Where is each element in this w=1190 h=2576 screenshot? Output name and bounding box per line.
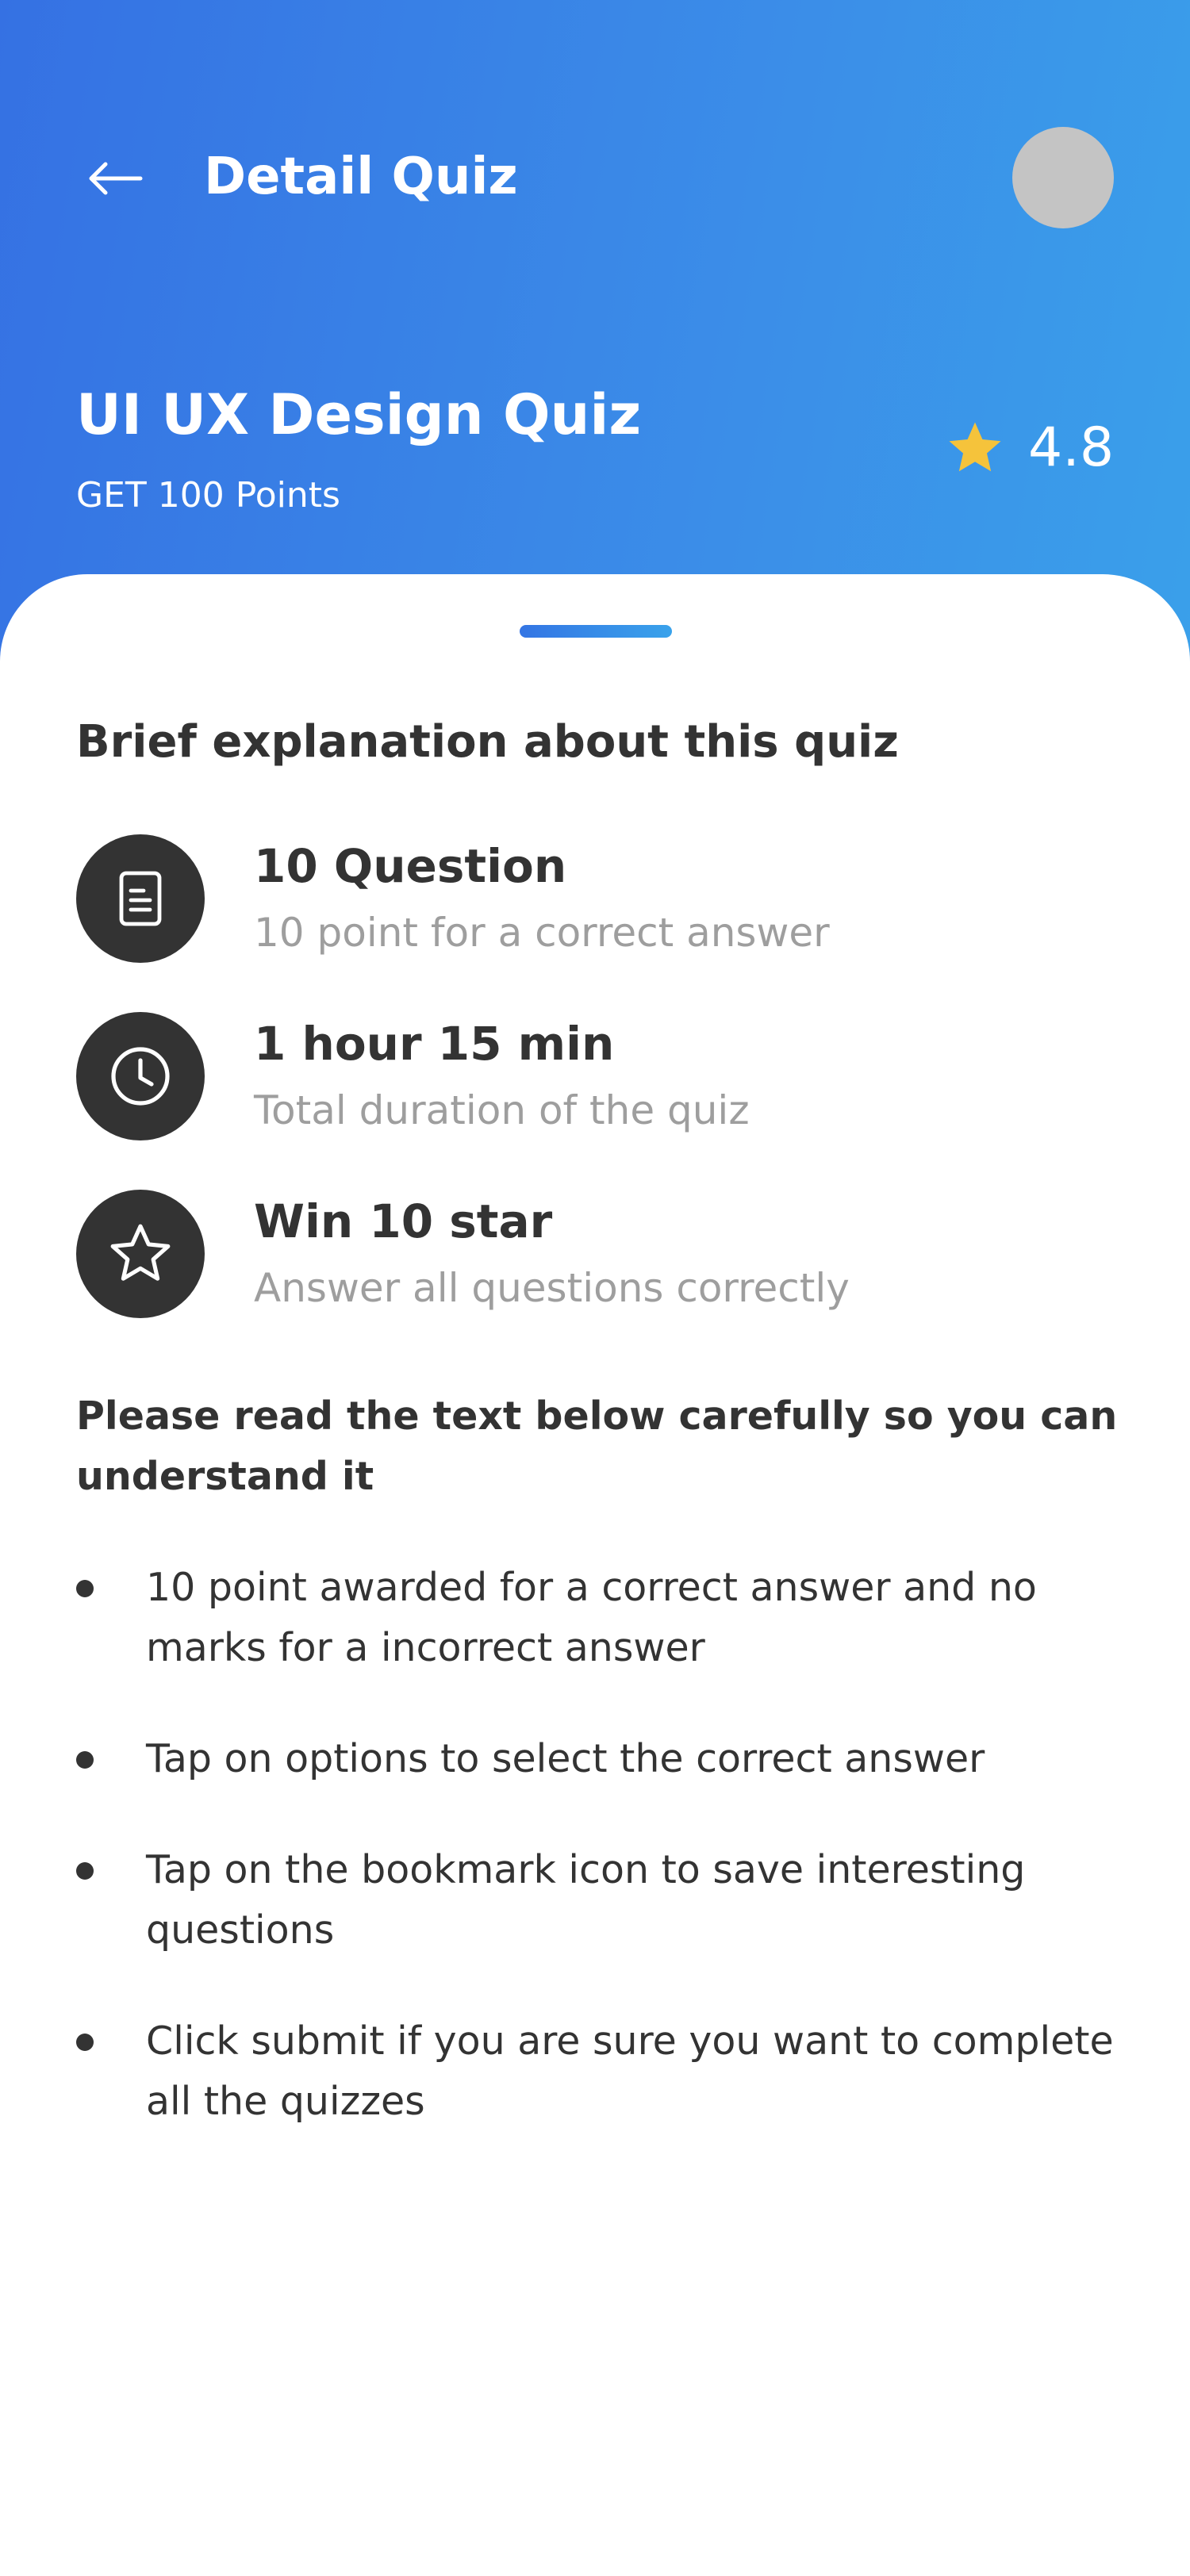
info-subtitle: Total duration of the quiz <box>254 1087 750 1133</box>
section-title: Brief explanation about this quiz <box>76 716 899 768</box>
back-button[interactable] <box>79 143 151 214</box>
quiz-rating: 4.8 <box>944 412 1114 484</box>
rule-text: Tap on the bookmark icon to save interes… <box>146 1847 1026 1953</box>
info-subtitle: 10 point for a correct answer <box>254 910 830 956</box>
info-icon-circle <box>76 1012 205 1140</box>
bullet-icon <box>76 1862 94 1880</box>
detail-sheet: Brief explanation about this quiz 10 Que… <box>0 574 1190 2576</box>
instructions-heading: Please read the text below carefully so … <box>76 1393 1118 1499</box>
rule-text: 10 point awarded for a correct answer an… <box>146 1565 1037 1670</box>
info-subtitle: Answer all questions correctly <box>254 1265 850 1311</box>
info-icon-circle <box>76 834 205 963</box>
rating-value: 4.8 <box>1028 416 1115 479</box>
star-icon <box>949 422 1001 472</box>
info-title: Win 10 star <box>254 1194 553 1248</box>
info-item-stars: Win 10 star Answer all questions correct… <box>76 1190 1123 1321</box>
quiz-points: GET 100 Points <box>76 475 340 516</box>
info-icon-circle <box>76 1190 205 1318</box>
list-item: Click submit if you are sure you want to… <box>76 2011 1123 2132</box>
clock-icon <box>111 1047 170 1106</box>
avatar[interactable] <box>1012 127 1114 228</box>
quiz-title: UI UX Design Quiz <box>76 382 642 447</box>
bullet-icon <box>76 1580 94 1597</box>
list-item: Tap on the bookmark icon to save interes… <box>76 1840 1123 1961</box>
list-item: 10 point awarded for a correct answer an… <box>76 1558 1123 1678</box>
bullet-icon <box>76 1751 94 1769</box>
rule-text: Tap on options to select the correct ans… <box>146 1736 985 1781</box>
star-outline-icon <box>110 1224 171 1281</box>
bullet-icon <box>76 2034 94 2051</box>
list-item: Tap on options to select the correct ans… <box>76 1729 1123 1789</box>
document-icon <box>119 871 162 926</box>
info-item-duration: 1 hour 15 min Total duration of the quiz <box>76 1012 1123 1144</box>
info-item-questions: 10 Question 10 point for a correct answe… <box>76 834 1123 966</box>
arrow-left-icon <box>89 162 143 195</box>
rule-text: Click submit if you are sure you want to… <box>146 2018 1114 2124</box>
info-title: 10 Question <box>254 839 567 893</box>
page-title: Detail Quiz <box>204 148 518 206</box>
sheet-handle[interactable] <box>520 625 672 638</box>
info-title: 1 hour 15 min <box>254 1017 615 1071</box>
rules-list: 10 point awarded for a correct answer an… <box>76 1558 1123 2183</box>
